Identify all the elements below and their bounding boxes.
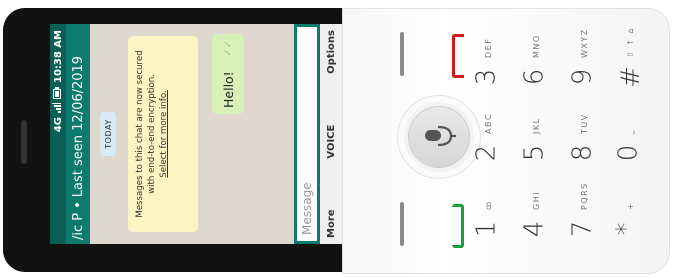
- more-info-link[interactable]: Select for more info.: [159, 90, 169, 177]
- key-digit: 0: [613, 144, 644, 162]
- key-letters: WXYZ: [580, 28, 589, 58]
- earpiece-speaker: [21, 120, 27, 164]
- key-hash[interactable]: # ⇧ ↑ ⌂: [616, 27, 673, 102]
- key-digit: 4: [519, 220, 550, 238]
- signal-bars-icon: [52, 103, 64, 114]
- date-chip: TODAY: [100, 112, 116, 156]
- last-seen: Last seen 12/06/2019: [70, 55, 86, 198]
- feature-phone: 4G 10:38 AM /ic P • Last seen 12/06/2019…: [0, 0, 673, 278]
- key-letters: MNO: [532, 34, 541, 58]
- softkey-more[interactable]: More: [326, 209, 337, 238]
- double-check-icon: ✓✓: [222, 40, 234, 57]
- sent-message[interactable]: Hello! ✓✓: [212, 34, 244, 114]
- screen-content: 4G 10:38 AM /ic P • Last seen 12/06/2019…: [50, 24, 342, 244]
- call-key[interactable]: [452, 204, 464, 248]
- network-label: 4G: [52, 117, 64, 133]
- chat-header: /ic P • Last seen 12/06/2019: [66, 24, 90, 244]
- chat-area[interactable]: TODAY Messages to this chat are now secu…: [90, 24, 294, 244]
- softkey-options[interactable]: Options: [326, 30, 337, 74]
- key-letters: ꝏ: [484, 200, 493, 210]
- key-letters: ⇧ ↑ ⌂: [626, 26, 635, 58]
- status-bar: 4G 10:38 AM: [50, 24, 66, 244]
- key-letters: ⎵: [626, 129, 635, 134]
- encryption-text: Messages to this chat are now secured wi…: [135, 50, 157, 218]
- battery-icon: [52, 87, 64, 100]
- key-digit: 6: [519, 68, 550, 86]
- left-softkey[interactable]: [400, 202, 404, 246]
- key-digit: 9: [567, 68, 598, 86]
- key-digit: *: [611, 222, 642, 236]
- key-letters: ABC: [484, 113, 493, 134]
- message-text: Hello!: [220, 71, 236, 108]
- softkey-voice[interactable]: VOICE: [326, 125, 337, 159]
- key-digit: #: [615, 66, 646, 88]
- softkey-bar: More VOICE Options: [320, 24, 342, 244]
- key-letters: TUV: [580, 113, 589, 134]
- message-composer: Message: [294, 24, 320, 244]
- key-star[interactable]: * +: [612, 194, 673, 254]
- screen: 4G 10:38 AM /ic P • Last seen 12/06/2019…: [50, 24, 342, 244]
- right-softkey[interactable]: [400, 32, 404, 76]
- key-digit: 7: [567, 220, 598, 238]
- key-digit: 8: [567, 144, 598, 162]
- key-digit: 5: [519, 144, 550, 162]
- key-letters: PQRS: [580, 182, 589, 210]
- key-letters: GHI: [532, 190, 541, 210]
- key-letters: +: [626, 201, 635, 210]
- microphone-icon: [425, 125, 456, 147]
- key-digit: 3: [471, 68, 502, 86]
- key-0[interactable]: 0 ⎵: [613, 118, 673, 178]
- message-input[interactable]: Message: [297, 27, 317, 241]
- key-letters: JKL: [532, 117, 541, 134]
- header-separator: •: [70, 201, 86, 209]
- end-call-key[interactable]: [452, 34, 464, 78]
- encryption-notice[interactable]: Messages to this chat are now secured wi…: [128, 36, 198, 232]
- key-digit: 1: [471, 220, 502, 238]
- key-digit: 2: [471, 144, 502, 162]
- contact-name: /ic P: [70, 212, 86, 240]
- status-time: 10:38 AM: [52, 30, 64, 84]
- key-letters: DEF: [484, 37, 493, 58]
